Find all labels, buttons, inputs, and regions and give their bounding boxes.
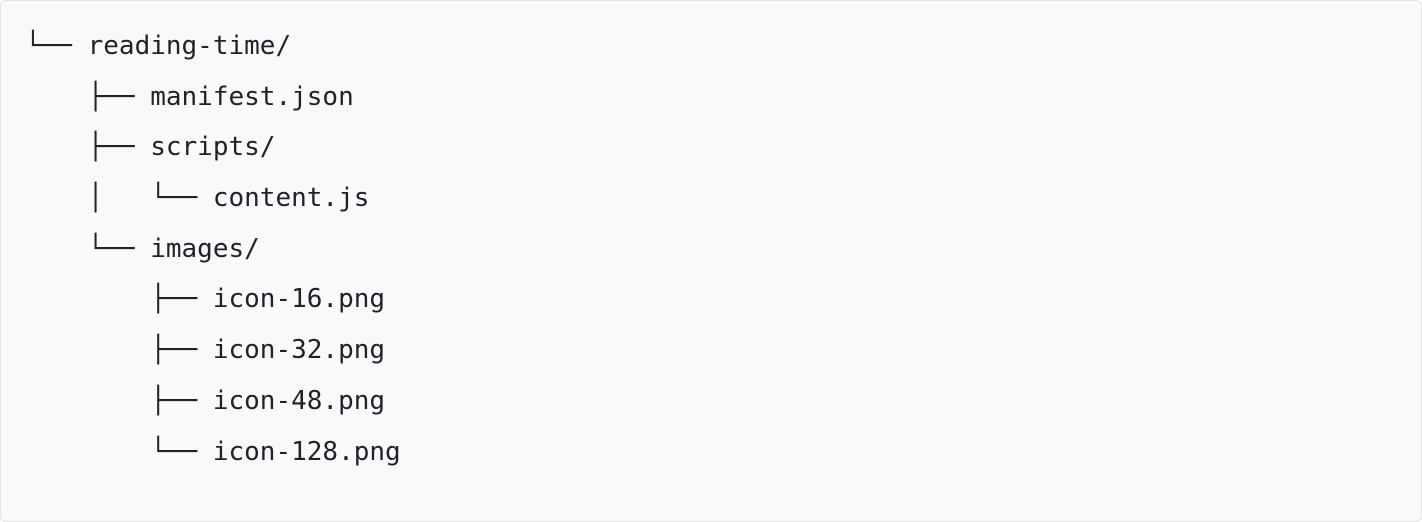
tree-line: ├── scripts/ [25,122,1397,173]
tree-line: ├── icon-16.png [25,274,1397,325]
tree-line: ├── icon-32.png [25,325,1397,376]
tree-line: │ └── content.js [25,173,1397,224]
directory-tree: └── reading-time/ ├── manifest.json ├── … [0,0,1422,522]
tree-line: └── icon-128.png [25,427,1397,478]
tree-line: └── images/ [25,224,1397,275]
tree-line: ├── manifest.json [25,72,1397,123]
tree-line: ├── icon-48.png [25,376,1397,427]
tree-line: └── reading-time/ [25,21,1397,72]
